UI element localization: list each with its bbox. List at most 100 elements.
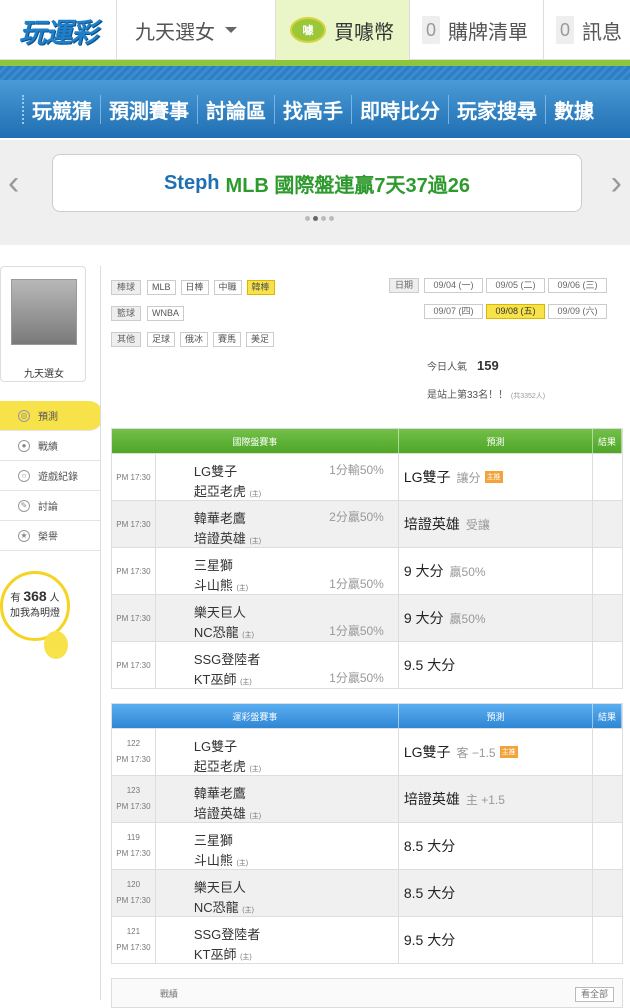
home-team: NC恐龍 [193, 625, 239, 640]
table-row[interactable]: 121 PM 17:30 SSG登陸者 KT巫師 (主) 9.5 大分 [112, 916, 622, 963]
sidebar-item-record[interactable]: ● 戰績 [0, 431, 100, 461]
date-option[interactable]: 09/09 (六) [548, 304, 607, 319]
logo-text: 玩運彩 [19, 17, 98, 48]
rank-text: 是站上第33名！！ [427, 390, 509, 401]
home-marker: (主) [236, 585, 249, 592]
user-dropdown[interactable]: 九天選女 [117, 0, 276, 60]
cart-button[interactable]: 0 購牌清單 [410, 0, 544, 60]
filter-wnba[interactable]: WNBA [147, 305, 184, 321]
profile-card: 九天選女 [0, 266, 86, 382]
filter-mlb[interactable]: MLB [147, 279, 176, 295]
home-team-wrap: NC恐龍 (主) [194, 622, 254, 641]
game-time: PM 17:30 [116, 472, 151, 482]
home-marker: (主) [249, 813, 262, 820]
date-option-selected[interactable]: 09/08 (五) [486, 304, 545, 319]
home-team: 起亞老虎 [193, 484, 246, 499]
carousel-dot[interactable] [321, 216, 326, 221]
filter-racing[interactable]: 賽馬 [213, 331, 242, 347]
sidebar-item-discuss[interactable]: ✎ 討論 [0, 491, 100, 521]
fans-count: 368 [23, 588, 47, 604]
filter-khl[interactable]: 俄冰 [180, 331, 209, 347]
date-label: 日期 [389, 278, 419, 293]
cart-label: 購牌清單 [448, 21, 528, 44]
pop-value: 159 [477, 358, 499, 373]
game-time: PM 17:30 [116, 566, 151, 576]
col-header: 預測 [399, 704, 594, 728]
game-number: 123 [126, 786, 141, 795]
nav-guess[interactable]: 玩競猜 [22, 94, 100, 124]
table-row[interactable]: PM 17:30 SSG登陸者 KT巫師 (主) 1分贏50% 9.5 大分 [112, 641, 622, 688]
table-row[interactable]: PM 17:30 LG雙子 起亞老虎 (主) 1分輸50% LG雙子 讓分 主推 [112, 453, 622, 500]
message-count: 0 [556, 16, 574, 44]
date-option[interactable]: 09/05 (二) [486, 278, 545, 293]
lottery-table: 運彩盤賽事 預測 結果 122 PM 17:30 LG雙子 起亞老虎 (主) LG雙子客 −… [111, 703, 623, 964]
nav-data[interactable]: 數據 [545, 94, 602, 124]
away-team: 樂天巨人 [193, 880, 246, 895]
home-marker: (主) [249, 538, 262, 545]
filter-label-other: 其他 [111, 331, 141, 347]
banner-text: MLB 國際盤連贏7天37過26 [225, 174, 471, 197]
prediction-cell: 8.5 大分 [399, 823, 594, 869]
sidebar-item-history[interactable]: ○ 遊戲紀錄 [0, 461, 100, 491]
date-option[interactable]: 09/07 (四) [424, 304, 483, 319]
home-team-wrap: 培證英雄 (主) [194, 528, 261, 547]
carousel-dot-active[interactable] [313, 216, 318, 221]
table-row[interactable]: 120 PM 17:30 樂天巨人 NC恐龍 (主) 8.5 大分 [112, 869, 622, 916]
fans-counter[interactable]: 有 368 人 加我為明燈 [0, 571, 70, 641]
game-time-cell: 121 PM 17:30 [112, 917, 156, 963]
home-marker: (主) [240, 954, 252, 961]
prediction-pick: 9 大分 [403, 610, 444, 626]
table-row[interactable]: 119 PM 17:30 三星獅 斗山熊 (主) 8.5 大分 [112, 822, 622, 869]
filter-nfl[interactable]: 美足 [246, 331, 275, 347]
chat-icon: ● [18, 439, 30, 452]
game-time: PM 17:30 [116, 802, 151, 811]
game-number: 121 [126, 927, 141, 936]
odds-line: 1分贏50% [329, 577, 384, 591]
banner[interactable]: Steph MLB 國際盤連贏7天37過26 [52, 154, 582, 212]
table-row[interactable]: 123 PM 17:30 韓華老鷹 培證英雄 (主) 培證英雄主 +1.5 [112, 775, 622, 822]
filter-soccer[interactable]: 足球 [147, 331, 176, 347]
game-time-cell: 123 PM 17:30 [112, 776, 156, 822]
result-cell [593, 595, 622, 641]
filter-cpbl[interactable]: 中職 [213, 279, 242, 295]
site-logo[interactable]: 玩運彩 [0, 0, 117, 60]
date-option[interactable]: 09/06 (三) [548, 278, 607, 293]
nav-forum[interactable]: 討論區 [197, 94, 274, 124]
sidebar-item-predict[interactable]: ◎ 預測 [0, 401, 103, 431]
filter-kbo[interactable]: 韓棒 [246, 279, 275, 295]
date-option[interactable]: 09/04 (一) [424, 278, 483, 293]
buy-coin-button[interactable]: 噱買噱幣 [276, 0, 410, 60]
carousel-dot[interactable] [329, 216, 334, 221]
nav-live-score[interactable]: 即時比分 [351, 94, 448, 124]
table-row[interactable]: PM 17:30 三星獅 斗山熊 (主) 1分贏50% 9 大分 贏50% [112, 547, 622, 594]
chevron-left-icon[interactable]: ‹ [8, 164, 19, 203]
fans-prefix: 有 [10, 593, 21, 604]
matchup-cell: SSG登陸者 KT巫師 (主) [156, 917, 399, 963]
nav-predict[interactable]: 預測賽事 [100, 94, 197, 124]
chevron-right-icon[interactable]: › [611, 164, 622, 203]
sidebar-item-honor[interactable]: ★ 榮譽 [0, 521, 100, 551]
odds-line: 1分贏50% [329, 671, 384, 685]
carousel-dot[interactable] [305, 216, 310, 221]
messages-button[interactable]: 0 訊息 [544, 0, 630, 60]
nav-experts[interactable]: 找高手 [274, 94, 351, 124]
daily-popularity: 今日人氣 159 [427, 358, 499, 373]
avatar[interactable] [11, 279, 77, 345]
game-time: PM 17:30 [116, 519, 151, 529]
prediction-pick: 8.5 大分 [403, 885, 456, 901]
home-team-wrap: 培證英雄 (主) [194, 803, 261, 822]
fans-suffix: 人 [49, 593, 60, 604]
home-team: KT巫師 [193, 947, 237, 962]
table-row[interactable]: PM 17:30 樂天巨人 NC恐龍 (主) 1分贏50% 9 大分 贏50% [112, 594, 622, 641]
matchup-cell: 韓華老鷹 培證英雄 (主) 2分贏50% [156, 501, 399, 547]
site-rank: 是站上第33名！！ (共3352人) [427, 386, 545, 401]
filter-npb[interactable]: 日棒 [180, 279, 209, 295]
result-cell [593, 501, 622, 547]
home-marker: (主) [240, 679, 252, 686]
table-row[interactable]: PM 17:30 韓華老鷹 培證英雄 (主) 2分贏50% 培證英雄 受讓 [112, 500, 622, 547]
odds-line: 2分贏50% [329, 510, 384, 524]
prediction-cell: 9 大分 贏50% [399, 595, 594, 641]
nav-player-search[interactable]: 玩家搜尋 [448, 94, 545, 124]
home-marker: (主) [249, 491, 262, 498]
table-row[interactable]: 122 PM 17:30 LG雙子 起亞老虎 (主) LG雙子客 −1.5 主推 [112, 728, 622, 775]
